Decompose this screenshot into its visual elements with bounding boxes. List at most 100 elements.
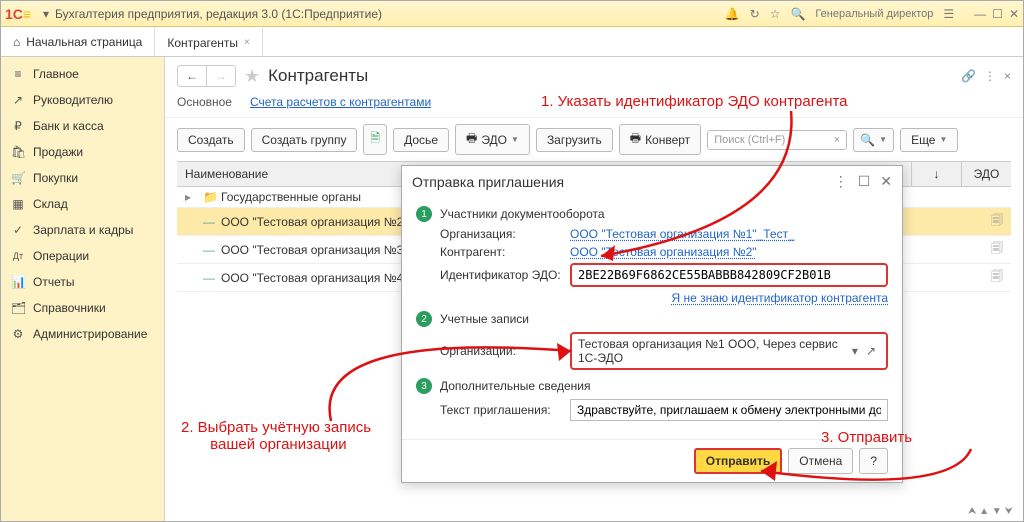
col-sort[interactable]: ↓	[911, 162, 961, 186]
select-dropdown-icon[interactable]: ▾	[848, 344, 862, 358]
link-icon[interactable]: 🔗	[961, 69, 976, 83]
home-icon: ⌂	[13, 35, 20, 49]
close-page-icon[interactable]: ×	[1004, 69, 1011, 83]
cancel-button[interactable]: Отмена	[788, 448, 853, 474]
search-titlebar-icon[interactable]: 🔍	[790, 7, 805, 21]
salary-icon: ✓	[11, 223, 25, 237]
edo-row-icon[interactable]: 🗐	[991, 239, 1003, 260]
invitation-modal: Отправка приглашения ⋮ ☐ ✕ 1 Участники до…	[401, 165, 903, 483]
star-icon[interactable]: ☆	[770, 7, 781, 21]
more-header-icon[interactable]: ⋮	[984, 69, 996, 83]
forward-button[interactable]: →	[207, 66, 235, 86]
sidebar-item-sales[interactable]: 🛍Продажи	[1, 139, 164, 165]
edo-button[interactable]: 🖶 ЭДО ▼	[455, 124, 530, 155]
maximize-icon[interactable]: ☐	[992, 7, 1003, 21]
sidebar-item-warehouse[interactable]: ▦Склад	[1, 191, 164, 217]
subtab-main[interactable]: Основное	[177, 95, 232, 109]
org-label: Организация:	[440, 227, 564, 241]
tab-contractors[interactable]: Контрагенты ×	[155, 27, 263, 56]
sidebar-item-admin[interactable]: ⚙Администрирование	[1, 321, 164, 347]
modal-close-icon[interactable]: ✕	[880, 173, 892, 190]
org-link[interactable]: ООО "Тестовая организация №1"_Тест_	[570, 227, 795, 241]
help-button[interactable]: ?	[859, 448, 888, 474]
sidebar-item-salary[interactable]: ✓Зарплата и кадры	[1, 217, 164, 243]
app-logo: 1С≡	[5, 6, 41, 22]
warehouse-icon: ▦	[11, 197, 25, 211]
toolbar: Создать Создать группу 🗎 Досье 🖶 ЭДО ▼ З…	[165, 118, 1023, 161]
expand-icon[interactable]: ▸	[185, 190, 197, 204]
minimize-icon[interactable]: —	[974, 7, 986, 21]
operations-icon: Дт	[11, 251, 25, 261]
modal-title: Отправка приглашения	[412, 174, 834, 190]
edo-id-label: Идентификатор ЭДО:	[440, 268, 564, 282]
search-input[interactable]: Поиск (Ctrl+F)×	[707, 130, 847, 150]
msg-input[interactable]	[570, 399, 888, 421]
dossier-button[interactable]: Досье	[393, 128, 449, 152]
send-button[interactable]: Отправить	[694, 448, 782, 474]
step-1-badge: 1	[416, 206, 432, 222]
col-edo[interactable]: ЭДО	[961, 162, 1011, 186]
search-button[interactable]: 🔍 ▼	[853, 128, 894, 152]
unknown-id-link[interactable]: Я не знаю идентификатор контрагента	[672, 291, 889, 305]
sales-icon: 🛍	[11, 145, 25, 159]
manager-icon: ↗	[11, 93, 25, 107]
item-icon: —	[203, 271, 215, 285]
counter-link[interactable]: ООО "Тестовая организация №2"	[570, 245, 757, 259]
page-header: ← → ★ Контрагенты 🔗 ⋮ ×	[165, 57, 1023, 91]
reports-icon: 📊	[11, 275, 25, 289]
more-button[interactable]: Еще ▼	[900, 128, 958, 152]
envelope-button[interactable]: 🖶 Конверт	[619, 124, 701, 155]
modal-more-icon[interactable]: ⋮	[834, 173, 848, 190]
sidebar-item-main[interactable]: ≡Главное	[1, 61, 164, 87]
create-button[interactable]: Создать	[177, 128, 245, 152]
nav-arrows: ← →	[177, 65, 236, 87]
sidebar-item-purchases[interactable]: 🛒Покупки	[1, 165, 164, 191]
step-2-label: Учетные записи	[440, 312, 529, 326]
sidebar-item-manager[interactable]: ↗Руководителю	[1, 87, 164, 113]
step-2-badge: 2	[416, 311, 432, 327]
copy-button[interactable]: 🗎	[363, 124, 387, 155]
back-button[interactable]: ←	[178, 66, 207, 86]
sidebar-item-refs[interactable]: 🗂Справочники	[1, 295, 164, 321]
close-icon[interactable]: ✕	[1009, 7, 1019, 21]
menu-icon[interactable]: ▾	[43, 7, 49, 21]
user-label[interactable]: Генеральный директор	[815, 8, 933, 20]
step-3-label: Дополнительные сведения	[440, 379, 590, 393]
step-3-badge: 3	[416, 378, 432, 394]
tab-row: ⌂ Начальная страница Контрагенты ×	[1, 27, 1023, 57]
tab-home[interactable]: ⌂ Начальная страница	[1, 27, 155, 56]
favorite-star-icon[interactable]: ★	[244, 66, 260, 87]
modal-maximize-icon[interactable]: ☐	[858, 173, 871, 190]
grid-nav-icons[interactable]: ⮝ ▲ ▼ ⮟	[968, 506, 1013, 517]
admin-icon: ⚙	[11, 327, 25, 341]
msg-label: Текст приглашения:	[440, 403, 564, 417]
step-1-label: Участники документооборота	[440, 207, 605, 221]
edo-row-icon[interactable]: 🗐	[991, 267, 1003, 288]
edo-row-icon[interactable]: 🗐	[991, 211, 1003, 232]
bell-icon[interactable]: 🔔	[725, 7, 740, 21]
page-title: Контрагенты	[268, 66, 368, 86]
titlebar: 1С≡ ▾ Бухгалтерия предприятия, редакция …	[1, 1, 1023, 27]
accounts-select[interactable]: Тестовая организация №1 ООО, Через серви…	[570, 332, 888, 370]
bank-icon: ₽	[11, 119, 25, 133]
subtab-accounts[interactable]: Счета расчетов с контрагентами	[250, 95, 431, 109]
load-button[interactable]: Загрузить	[536, 128, 613, 152]
item-icon: —	[203, 243, 215, 257]
sidebar-item-reports[interactable]: 📊Отчеты	[1, 269, 164, 295]
history-icon[interactable]: ↻	[750, 7, 760, 21]
purchases-icon: 🛒	[11, 171, 25, 185]
edo-id-input[interactable]	[570, 263, 888, 287]
item-icon: —	[203, 215, 215, 229]
main-icon: ≡	[11, 67, 25, 81]
sidebar-item-bank[interactable]: ₽Банк и касса	[1, 113, 164, 139]
refs-icon: 🗂	[11, 301, 25, 315]
tab-close-icon[interactable]: ×	[244, 37, 250, 48]
folder-icon: 📁	[203, 190, 215, 204]
sidebar: ≡Главное ↗Руководителю ₽Банк и касса 🛍Пр…	[1, 57, 165, 521]
accounts-label: Организации:	[440, 344, 564, 358]
select-open-icon[interactable]: ↗	[862, 344, 880, 358]
create-group-button[interactable]: Создать группу	[251, 128, 358, 152]
user-menu-icon[interactable]: ☰	[943, 7, 954, 21]
app-title: Бухгалтерия предприятия, редакция 3.0 (1…	[55, 7, 725, 21]
sidebar-item-operations[interactable]: ДтОперации	[1, 243, 164, 269]
